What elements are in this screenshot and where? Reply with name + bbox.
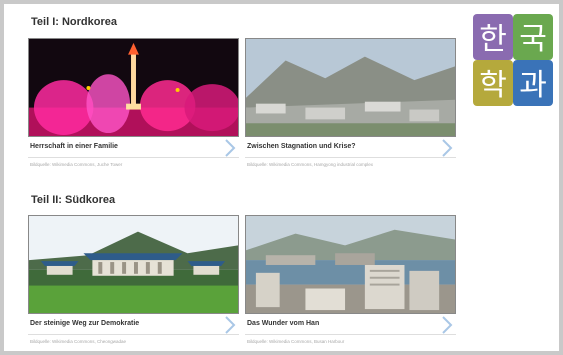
article-title[interactable]: Zwischen Stagnation und Krise? — [247, 143, 356, 150]
article-title[interactable]: Der steinige Weg zur Demokratie — [30, 320, 139, 327]
page: Teil I: Nordkorea Herrschaft in einer Fa… — [4, 4, 559, 351]
divider — [28, 334, 239, 335]
section-title-suedkorea: Teil II: Südkorea — [31, 194, 116, 206]
chevron-right-icon[interactable] — [440, 315, 454, 335]
article-title[interactable]: Das Wunder vom Han — [247, 320, 319, 327]
logo-glyph: 학 — [479, 68, 507, 103]
divider — [28, 157, 239, 158]
logo-glyph: 과 — [519, 68, 547, 103]
divider — [245, 157, 456, 158]
image-credit: Bildquelle: Wikimedia Commons, Busan Har… — [247, 339, 345, 344]
article-image-cheongwadae[interactable] — [28, 215, 239, 314]
article-card-herrschaft[interactable]: Herrschaft in einer Familie Bildquelle: … — [28, 38, 239, 173]
chevron-right-icon[interactable] — [440, 138, 454, 158]
logo-glyph: 국 — [519, 22, 547, 57]
article-card-wunder[interactable]: Das Wunder vom Han Bildquelle: Wikimedia… — [245, 215, 456, 350]
divider — [245, 334, 456, 335]
article-image-juche-tower[interactable] — [28, 38, 239, 137]
logo-glyph: 한 — [479, 22, 507, 57]
image-credit: Bildquelle: Wikimedia Commons, Hamgyong … — [247, 162, 374, 167]
article-title[interactable]: Herrschaft in einer Familie — [30, 143, 118, 150]
article-image-industrial-city[interactable] — [245, 38, 456, 137]
koreanistik-logo[interactable]: 한 국 학 과 — [471, 12, 555, 108]
article-card-demokratie[interactable]: Der steinige Weg zur Demokratie Bildquel… — [28, 215, 239, 350]
image-credit: Bildquelle: Wikimedia Commons, Juche Tow… — [30, 162, 123, 167]
image-credit: Bildquelle: Wikimedia Commons, Cheongwad… — [30, 339, 127, 344]
chevron-right-icon[interactable] — [223, 138, 237, 158]
section-title-nordkorea: Teil I: Nordkorea — [31, 16, 117, 28]
article-image-busan[interactable] — [245, 215, 456, 314]
chevron-right-icon[interactable] — [223, 315, 237, 335]
article-card-stagnation[interactable]: Zwischen Stagnation und Krise? Bildquell… — [245, 38, 456, 173]
